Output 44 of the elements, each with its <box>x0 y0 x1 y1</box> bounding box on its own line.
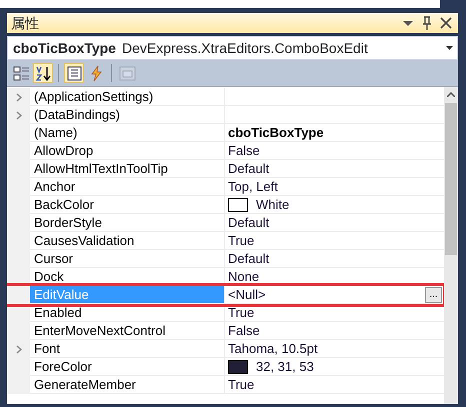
property-name[interactable]: (DataBindings) <box>30 106 225 124</box>
property-name[interactable]: ForeColor <box>30 358 225 376</box>
property-value[interactable]: True <box>228 232 444 249</box>
close-icon <box>438 15 454 31</box>
object-selector[interactable]: cboTicBoxType DevExpress.XtraEditors.ComboBoxEdit <box>7 36 458 60</box>
property-name[interactable]: (ApplicationSettings) <box>30 88 225 106</box>
property-value[interactable]: <Null> <box>228 286 425 303</box>
property-name[interactable]: (Name) <box>30 124 225 142</box>
property-value[interactable]: Top, Left <box>228 178 444 195</box>
property-value[interactable]: True <box>228 304 444 321</box>
properties-button[interactable] <box>64 63 84 83</box>
panel-title: 属性 <box>11 14 40 32</box>
property-value[interactable]: cboTicBoxType <box>228 124 444 141</box>
categorized-icon <box>12 64 30 82</box>
alphabetical-button[interactable] <box>33 63 53 83</box>
property-value[interactable]: Tahoma, 10.5pt <box>228 340 444 357</box>
close-button[interactable] <box>438 15 454 31</box>
property-value[interactable]: False <box>228 322 444 339</box>
property-name[interactable]: AllowDrop <box>30 142 225 160</box>
property-pages-icon <box>118 64 136 82</box>
property-value[interactable]: Default <box>228 160 444 177</box>
ellipsis-button[interactable]: ... <box>425 286 442 302</box>
property-list-icon <box>66 64 82 82</box>
property-name[interactable]: GenerateMember <box>30 376 225 394</box>
property-name[interactable]: AllowHtmlTextInToolTip <box>30 160 225 178</box>
dropdown-arrow-icon <box>446 46 453 50</box>
property-value[interactable]: True <box>228 376 444 393</box>
scrollbar[interactable] <box>444 87 458 404</box>
property-value[interactable]: Default <box>228 250 444 267</box>
property-name[interactable]: Enabled <box>30 304 225 322</box>
property-name[interactable]: Anchor <box>30 178 225 196</box>
property-name[interactable]: Cursor <box>30 250 225 268</box>
property-name[interactable]: BorderStyle <box>30 214 225 232</box>
property-name[interactable]: EnterMoveNextControl <box>30 322 225 340</box>
property-value[interactable]: White <box>256 196 444 213</box>
scroll-up-icon[interactable] <box>447 92 455 97</box>
scrollbar-thumb[interactable] <box>445 103 457 255</box>
property-value[interactable]: False <box>228 142 444 159</box>
property-value[interactable]: 32, 31, 53 <box>256 358 444 375</box>
property-name[interactable]: Font <box>30 340 225 358</box>
property-name[interactable]: CausesValidation <box>30 232 225 250</box>
property-value[interactable]: None <box>228 268 444 285</box>
property-name[interactable]: BackColor <box>30 196 225 214</box>
property-value[interactable]: Default <box>228 214 444 231</box>
